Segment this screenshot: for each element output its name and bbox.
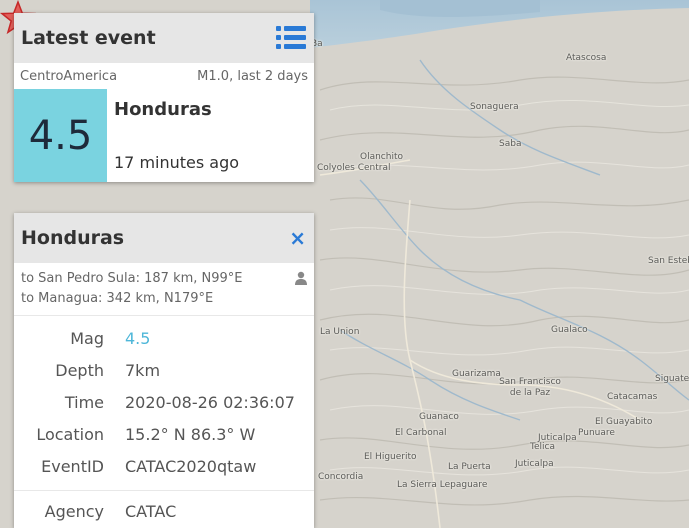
place-label: El Higuerito [364, 452, 417, 462]
distance-line: to Managua: 342 km, N179°E [21, 291, 214, 306]
place-label: Siguate [655, 374, 689, 384]
attribute-row: EventID CATAC2020qtaw [14, 450, 314, 482]
attribute-value: 7km [125, 360, 161, 380]
latest-event-info: Honduras 17 minutes ago [107, 89, 314, 182]
place-label: Telica [530, 442, 555, 452]
attribute-label: Depth [55, 360, 104, 380]
attribute-value: 4.5 [125, 328, 151, 348]
attribute-label: Agency [44, 501, 104, 521]
event-detail-header: Honduras × [14, 213, 314, 263]
latest-event-row[interactable]: 4.5 Honduras 17 minutes ago [14, 89, 314, 182]
place-label: Colyoles Central [317, 163, 391, 173]
attribute-row: Depth 7km [14, 354, 314, 386]
place-label: Gualaco [551, 325, 588, 335]
place-label: La Sierra Lepaguare [397, 480, 488, 490]
place-label: Punuare [578, 428, 615, 438]
detail-title: Honduras [21, 227, 125, 249]
list-icon[interactable] [276, 24, 306, 52]
attribute-value: CATAC [125, 501, 177, 521]
attribute-value: 15.2° N 86.3° W [125, 424, 256, 444]
latest-event-title: Latest event [21, 27, 156, 49]
place-label: Olanchito [360, 152, 403, 162]
place-label: La Union [320, 327, 360, 337]
place-label: Guarizama [452, 369, 501, 379]
place-label: El Guayabito [595, 417, 653, 427]
place-label: Catacamas [607, 392, 658, 402]
event-attributes: Mag 4.5 Depth 7km Time 2020-08-26 02:36:… [14, 316, 314, 527]
attribute-row: Location 15.2° N 86.3° W [14, 418, 314, 450]
place-label: La Puerta [448, 462, 491, 472]
latest-event-subheader: CentroAmerica M1.0, last 2 days [14, 63, 314, 89]
person-icon[interactable] [294, 271, 308, 285]
place-label: Atascosa [566, 53, 607, 63]
attribute-row: Agency CATAC [14, 495, 314, 527]
place-label: Sonaguera [470, 102, 519, 112]
network-name: CentroAmerica [20, 68, 118, 84]
attribute-value: CATAC2020qtaw [125, 456, 257, 476]
distance-line: to San Pedro Sula: 187 km, N99°E [21, 271, 243, 286]
attribute-label: Mag [70, 328, 104, 348]
attribute-row: Mag 4.5 [14, 322, 314, 354]
latest-event-panel: Latest event CentroAmerica M1.0, last 2 … [14, 13, 314, 182]
feed-summary[interactable]: M1.0, last 2 days [197, 69, 308, 84]
close-icon[interactable]: × [289, 228, 306, 248]
magnitude-badge: 4.5 [14, 89, 107, 182]
event-detail-panel: Honduras × to San Pedro Sula: 187 km, N9… [14, 213, 314, 528]
place-label: Juticalpa [515, 459, 554, 469]
divider [14, 490, 314, 491]
place-label: El Carbonal [395, 428, 447, 438]
attribute-label: Time [64, 392, 104, 412]
attribute-row: Time 2020-08-26 02:36:07 [14, 386, 314, 418]
distance-info: to San Pedro Sula: 187 km, N99°E to Mana… [14, 263, 314, 316]
place-label: San Francisco de la Paz [499, 377, 561, 398]
attribute-label: Location [36, 424, 104, 444]
attribute-label: EventID [41, 456, 104, 476]
place-label: Concordia [318, 472, 364, 482]
place-label: Guanaco [419, 412, 459, 422]
place-label: San Esteb [648, 256, 689, 266]
event-time-ago: 17 minutes ago [114, 153, 240, 172]
attribute-value: 2020-08-26 02:36:07 [125, 392, 295, 412]
event-region: Honduras [114, 99, 212, 120]
place-label: Saba [499, 139, 522, 149]
latest-event-header: Latest event [14, 13, 314, 63]
